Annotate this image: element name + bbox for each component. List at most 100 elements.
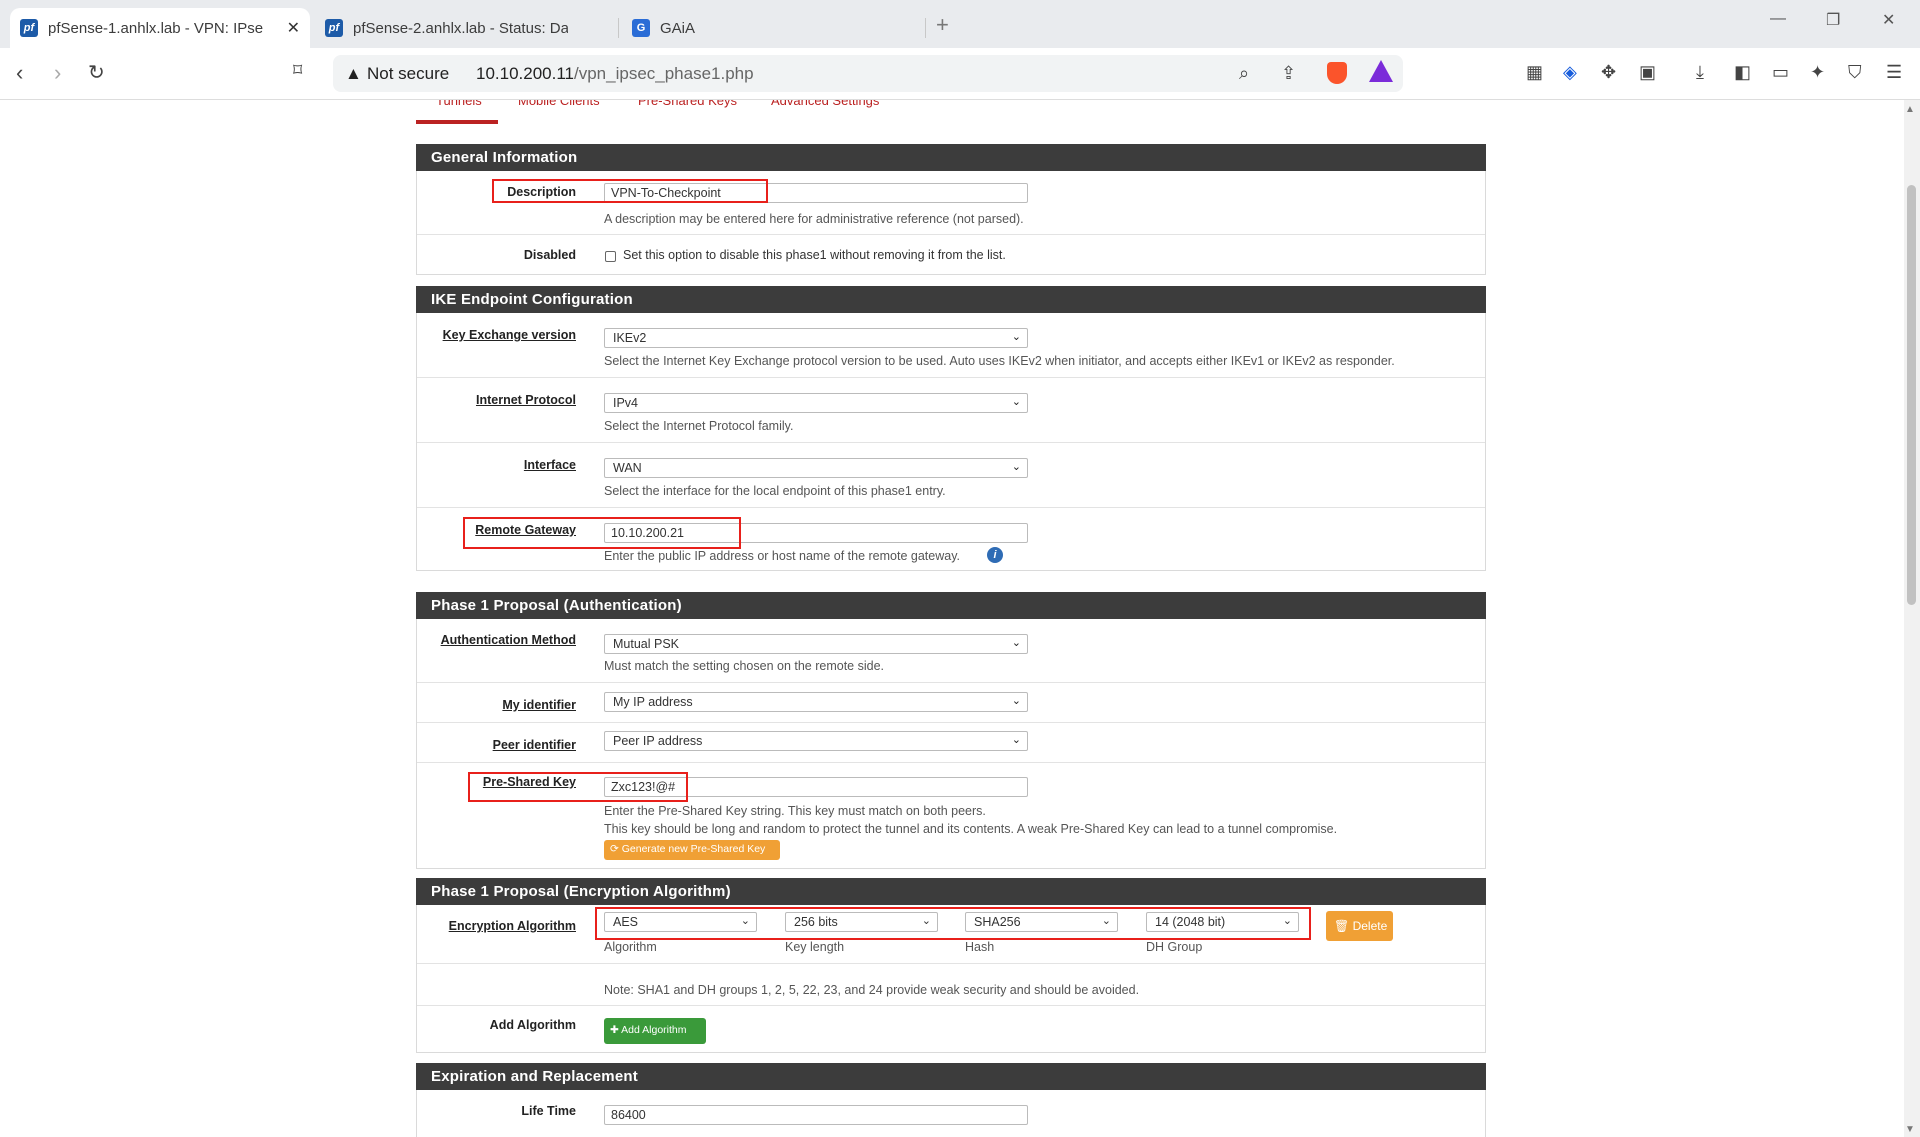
- kex-label: Key Exchange version: [442, 328, 576, 342]
- chevron-down-icon: ⌄: [1011, 637, 1021, 649]
- expiration-panel: Life Time 86400: [416, 1090, 1486, 1137]
- pfsense-favicon-icon: pf: [20, 19, 38, 37]
- menu-icon[interactable]: ☰: [1886, 62, 1902, 83]
- brave-shields-icon[interactable]: [1327, 62, 1347, 84]
- extensions-icon[interactable]: ✥: [1601, 62, 1616, 83]
- tab-pfsense-1[interactable]: pf pfSense-1.anhlx.lab - VPN: IPsec ✕: [10, 8, 310, 48]
- share-icon[interactable]: ⇪: [1281, 63, 1296, 84]
- dh-group-sublabel: DH Group: [1146, 940, 1203, 954]
- proto-row: Internet Protocol IPv4 ⌄ Select the Inter…: [417, 378, 1485, 443]
- download-icon[interactable]: ⤓: [1696, 62, 1704, 83]
- scrollbar-thumb[interactable]: [1907, 185, 1916, 605]
- minimize-icon[interactable]: —: [1770, 10, 1786, 28]
- tab-mobile-clients[interactable]: Mobile Clients: [518, 100, 600, 108]
- tab-separator: [618, 18, 619, 38]
- proto-select[interactable]: IPv4 ⌄: [604, 393, 1028, 413]
- brave-rewards-icon[interactable]: [1369, 60, 1393, 82]
- tab-title: pfSense-1.anhlx.lab - VPN: IPsec: [48, 19, 263, 37]
- url-text: 10.10.200.11/vpn_ipsec_phase1.php: [476, 64, 754, 84]
- disabled-label: Disabled: [523, 248, 576, 262]
- tab-gaia[interactable]: G GAiA: [622, 8, 922, 48]
- iface-row: Interface WAN ⌄ Select the interface for …: [417, 443, 1485, 508]
- address-bar[interactable]: ▲ Not secure 10.10.200.11/vpn_ipsec_phas…: [333, 55, 1403, 92]
- kex-help: Select the Internet Key Exchange protoco…: [604, 354, 1395, 368]
- peer-id-select[interactable]: Peer IP address ⌄: [604, 731, 1028, 751]
- description-help: A description may be entered here for ad…: [604, 212, 1024, 226]
- close-tab-icon[interactable]: ✕: [287, 18, 300, 38]
- encryption-label: Encryption Algorithm: [448, 919, 576, 933]
- description-row: Description VPN-To-Checkpoint A descript…: [417, 171, 1485, 235]
- page-content: Tunnels Mobile Clients Pre-Shared Keys A…: [0, 100, 1904, 1137]
- lifetime-row: Life Time 86400: [417, 1090, 1485, 1137]
- disabled-row: Disabled Set this option to disable this…: [417, 235, 1485, 275]
- auth-method-select[interactable]: Mutual PSK ⌄: [604, 634, 1028, 654]
- lifetime-label: Life Time: [521, 1104, 576, 1118]
- disabled-checkbox[interactable]: [605, 251, 616, 262]
- iface-help: Select the interface for the local endpo…: [604, 484, 946, 498]
- proto-value: IPv4: [613, 396, 639, 410]
- auth-method-label: Authentication Method: [440, 633, 576, 647]
- vpn-icon[interactable]: ⛉: [1848, 62, 1862, 83]
- ike-endpoint-header: IKE Endpoint Configuration: [416, 286, 1486, 313]
- reload-icon[interactable]: ↻: [88, 60, 105, 85]
- bookmark-icon[interactable]: ⌑: [293, 60, 302, 81]
- general-info-header: General Information: [416, 144, 1486, 171]
- gateway-row: Remote Gateway 10.10.200.21 Enter the pu…: [417, 508, 1485, 571]
- reader-icon[interactable]: ▣: [1639, 62, 1656, 83]
- add-algorithm-button[interactable]: ✚ Add Algorithm: [604, 1018, 706, 1044]
- general-info-panel: Description VPN-To-Checkpoint A descript…: [416, 171, 1486, 275]
- url-path: /vpn_ipsec_phase1.php: [574, 64, 754, 83]
- pfsense-favicon-icon: pf: [325, 19, 343, 37]
- key-length-sublabel: Key length: [785, 940, 845, 954]
- hash-sublabel: Hash: [965, 940, 995, 954]
- encryption-row: Encryption Algorithm AES ⌄ 256 bits ⌄ SHA2…: [417, 905, 1485, 964]
- weak-algo-note: Note: SHA1 and DH groups 1, 2, 5, 22, 23…: [604, 983, 1140, 997]
- gaia-favicon-icon: G: [632, 19, 650, 37]
- disabled-text: Set this option to disable this phase1 w…: [623, 248, 1006, 262]
- kex-select[interactable]: IKEv2 ⌄: [604, 328, 1028, 348]
- generate-psk-button[interactable]: ⟳ Generate new Pre-Shared Key: [604, 840, 780, 860]
- my-id-select[interactable]: My IP address ⌄: [604, 692, 1028, 712]
- leo-ai-icon[interactable]: ✦: [1810, 62, 1825, 83]
- peer-id-row: Peer identifier Peer IP address ⌄: [417, 723, 1485, 763]
- browser-tab-bar: pf pfSense-1.anhlx.lab - VPN: IPsec ✕ pf…: [0, 0, 1920, 48]
- chevron-down-icon: ⌄: [1011, 461, 1021, 473]
- kex-row: Key Exchange version IKEv2 ⌄ Select the I…: [417, 313, 1485, 378]
- expiration-header: Expiration and Replacement: [416, 1063, 1486, 1090]
- forward-icon[interactable]: ›: [54, 60, 61, 86]
- qr-code-icon[interactable]: ▦: [1526, 62, 1543, 83]
- close-window-icon[interactable]: ✕: [1882, 10, 1895, 30]
- tab-advanced-settings[interactable]: Advanced Settings: [771, 100, 879, 108]
- scroll-up-icon[interactable]: ▲: [1905, 104, 1915, 115]
- sidebar-icon[interactable]: ◧: [1734, 62, 1751, 83]
- add-algo-label: Add Algorithm: [489, 1018, 576, 1032]
- lifetime-input[interactable]: 86400: [604, 1105, 1028, 1125]
- zoom-icon[interactable]: ⌕: [1239, 63, 1249, 84]
- encryption-header: Phase 1 Proposal (Encryption Algorithm): [416, 878, 1486, 905]
- active-tab-indicator: [416, 120, 498, 124]
- bitwarden-icon[interactable]: ◈: [1563, 62, 1577, 83]
- add-algorithm-label: Add Algorithm: [621, 1024, 687, 1036]
- back-icon[interactable]: ‹: [16, 60, 23, 86]
- info-icon[interactable]: i: [987, 547, 1003, 563]
- restore-icon[interactable]: ❐: [1826, 10, 1840, 30]
- wallet-icon[interactable]: ▭: [1772, 62, 1789, 83]
- auth-method-row: Authentication Method Mutual PSK ⌄ Must m…: [417, 619, 1485, 683]
- delete-button[interactable]: 🗑 Delete: [1326, 911, 1393, 941]
- tab-tunnels[interactable]: Tunnels: [436, 100, 482, 108]
- scroll-down-icon[interactable]: ▼: [1905, 1124, 1915, 1135]
- my-id-value: My IP address: [613, 695, 693, 709]
- trash-icon: 🗑: [1334, 919, 1353, 933]
- highlight-box: [492, 179, 768, 203]
- algorithm-sublabel: Algorithm: [604, 940, 657, 954]
- new-tab-icon[interactable]: +: [936, 12, 949, 38]
- tab-pfsense-2[interactable]: pf pfSense-2.anhlx.lab - Status: Dashboa…: [315, 8, 615, 48]
- chevron-down-icon: ⌄: [1011, 734, 1021, 746]
- psk-help-1: Enter the Pre-Shared Key string. This ke…: [604, 804, 986, 818]
- tab-separator: [925, 18, 926, 38]
- encryption-panel: Encryption Algorithm AES ⌄ 256 bits ⌄ SHA2…: [416, 905, 1486, 1053]
- proto-help: Select the Internet Protocol family.: [604, 419, 794, 433]
- iface-select[interactable]: WAN ⌄: [604, 458, 1028, 478]
- tab-pre-shared-keys[interactable]: Pre-Shared Keys: [638, 100, 737, 108]
- chevron-down-icon: ⌄: [1011, 695, 1021, 707]
